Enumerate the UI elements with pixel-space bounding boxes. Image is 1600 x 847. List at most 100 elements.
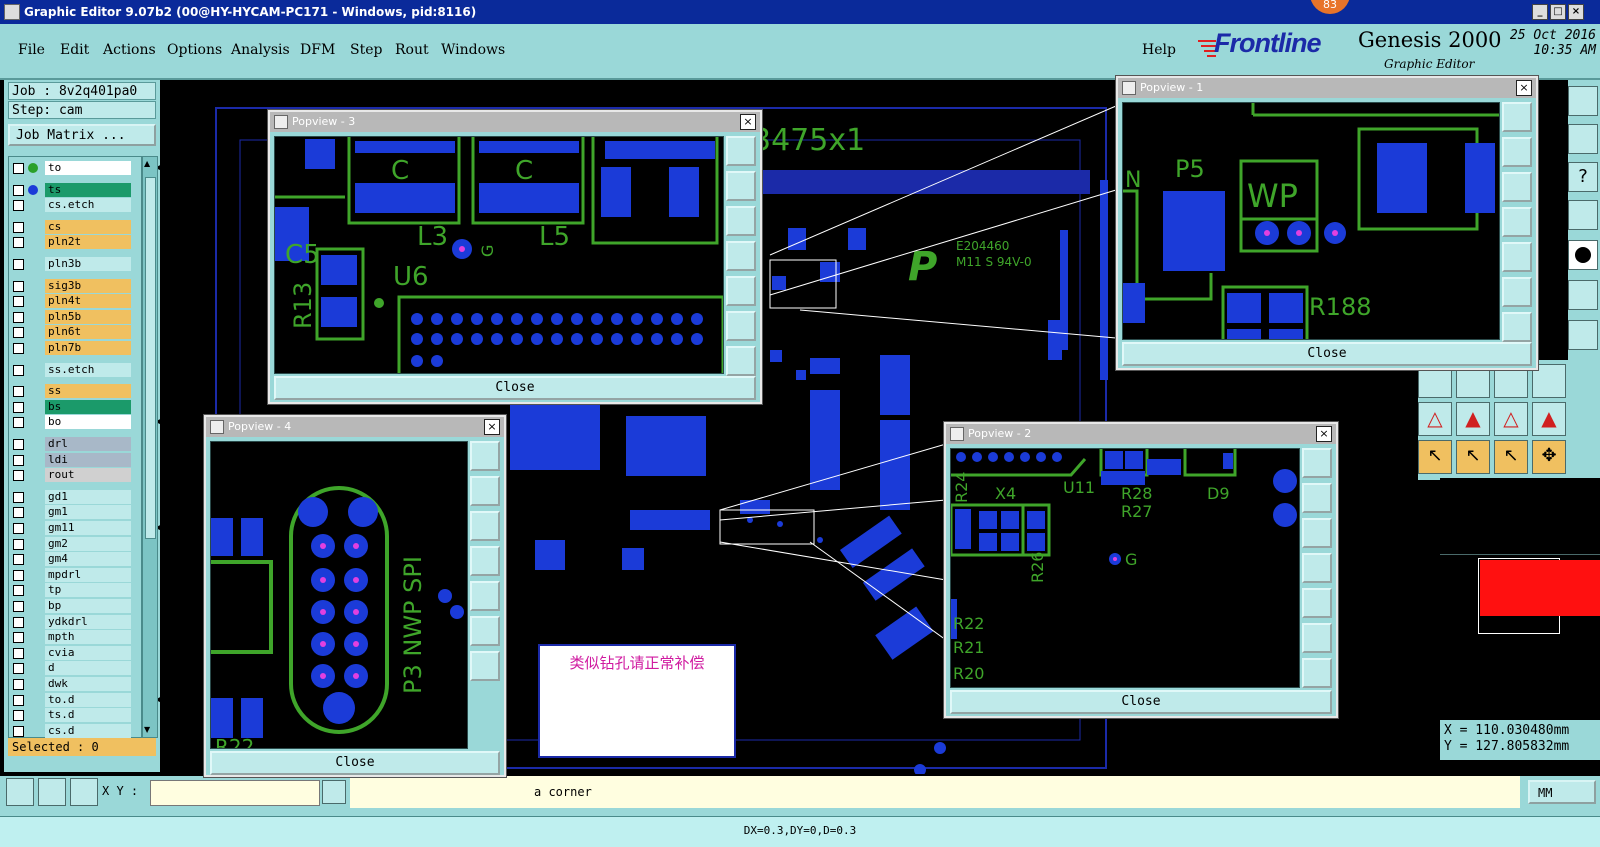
layer-checkbox[interactable] <box>13 569 24 581</box>
layer-row-pln5b[interactable]: pln5b <box>9 309 141 325</box>
layer-checkbox[interactable] <box>13 679 24 690</box>
popview-1-header[interactable]: Popview - 1 × <box>1118 78 1536 98</box>
layer-checkbox[interactable] <box>13 710 24 722</box>
pan-right-icon[interactable] <box>1502 242 1532 272</box>
triangle-icon[interactable]: △ <box>1418 402 1452 436</box>
layer-checkbox[interactable] <box>13 663 24 675</box>
layer-row-rout[interactable]: rout <box>9 468 141 483</box>
layer-row-pln3b[interactable]: pln3b <box>9 257 141 272</box>
layer-row-ss[interactable]: ss <box>9 384 141 399</box>
pan-up-icon[interactable] <box>1502 137 1532 167</box>
layer-row-ldi[interactable]: ldi <box>9 452 141 468</box>
layer-name[interactable]: ydkdrl <box>45 614 131 629</box>
layer-checkbox[interactable] <box>13 417 24 429</box>
popview-1-view[interactable]: N P5 WP R188 <box>1122 102 1500 340</box>
select-box-icon[interactable]: ↖ <box>1456 440 1490 474</box>
layer-name[interactable]: gm2 <box>45 536 131 551</box>
layer-checkbox[interactable] <box>13 259 24 270</box>
zoom-out-icon[interactable] <box>1502 277 1532 307</box>
popview-1-close-button[interactable]: Close <box>1122 342 1532 366</box>
menu-windows[interactable]: Windows <box>441 42 505 58</box>
menu-edit[interactable]: Edit <box>60 42 89 58</box>
layer-name[interactable]: cs <box>45 219 131 234</box>
layer-checkbox[interactable] <box>13 491 24 503</box>
popview-2-header[interactable]: Popview - 2 × <box>946 424 1336 444</box>
layer-row-gm2[interactable]: gm2 <box>9 536 141 552</box>
layer-color-dot-icon[interactable] <box>28 184 38 195</box>
layer-row-cs[interactable]: cs <box>9 219 141 235</box>
popview-4-header[interactable]: Popview - 4 × <box>206 417 504 437</box>
layer-name[interactable]: sig3b <box>45 278 131 293</box>
pan-left-icon[interactable] <box>726 241 756 271</box>
layer-checkbox[interactable] <box>13 221 24 233</box>
menu-file[interactable]: File <box>18 42 45 58</box>
layer-row-pln7b[interactable]: pln7b <box>9 341 141 356</box>
layer-color-dot-icon[interactable] <box>28 163 38 173</box>
layer-row-mpth[interactable]: mpth <box>9 630 141 645</box>
layer-name[interactable]: gm11◀ <box>45 521 160 535</box>
layer-checkbox[interactable] <box>13 364 24 376</box>
layer-row-pln6t[interactable]: pln6t <box>9 325 141 340</box>
layer-checkbox[interactable] <box>13 401 24 413</box>
layer-name[interactable]: mpdrl <box>45 567 131 582</box>
pan-up-icon[interactable] <box>1302 483 1332 513</box>
pan-right-icon[interactable] <box>1302 588 1332 618</box>
layer-checkbox[interactable] <box>13 601 24 612</box>
menu-step[interactable]: Step <box>350 42 382 58</box>
layer-row-cs-d[interactable]: cs.d <box>9 723 141 739</box>
zoom-in-icon[interactable] <box>726 136 756 166</box>
pan-down-icon[interactable] <box>470 511 500 541</box>
layer-name[interactable]: pln4t <box>45 294 131 309</box>
layer-name[interactable]: cs.etch <box>45 198 131 213</box>
layer-checkbox[interactable] <box>13 554 24 566</box>
layer-checkbox[interactable] <box>13 343 24 354</box>
close-window-button[interactable]: × <box>1568 4 1584 20</box>
layer-checkbox[interactable] <box>13 163 24 174</box>
layer-row-to-d[interactable]: to.d◀ <box>9 692 160 708</box>
popview-1[interactable]: Popview - 1 × N P5 WP R188 Close <box>1116 76 1538 370</box>
layer-row-ss-etch[interactable]: ss.etch <box>9 362 141 378</box>
scroll-down-icon[interactable]: ▼ <box>144 725 154 735</box>
layer-row-bp[interactable]: bp <box>9 599 141 614</box>
layer-name[interactable]: mpth <box>45 630 131 645</box>
layer-checkbox[interactable] <box>13 523 24 534</box>
layer-name[interactable]: to.d◀ <box>45 692 160 707</box>
layer-checkbox[interactable] <box>13 585 24 597</box>
layer-name[interactable]: d <box>45 661 131 676</box>
popview-3[interactable]: Popview - 3 × C C C5 L3 L5 U6 G R13 Clos… <box>268 110 762 404</box>
zoom-fit-icon[interactable] <box>1568 86 1598 116</box>
layer-name[interactable]: rout <box>45 468 131 483</box>
layer-name[interactable]: ss <box>45 384 131 399</box>
fit-view-icon[interactable] <box>1302 658 1332 688</box>
layer-row-bs[interactable]: bs <box>9 399 141 415</box>
pan-left-icon[interactable] <box>1302 553 1332 583</box>
popview-2-view[interactable]: X4 U11 R28 R27 D9 G R22 R21 R20 R24 R26 <box>950 448 1300 688</box>
layer-name[interactable]: bp <box>45 599 131 613</box>
layer-checkbox[interactable] <box>13 616 24 628</box>
pan-down-icon[interactable] <box>1302 518 1332 548</box>
popview-2-close-button[interactable]: Close <box>950 690 1332 714</box>
layer-checkbox[interactable] <box>13 694 24 706</box>
zoom-out-icon[interactable] <box>1302 623 1332 653</box>
fit-view-icon[interactable] <box>726 346 756 376</box>
fit-view-icon[interactable] <box>470 651 500 681</box>
menu-analysis[interactable]: Analysis <box>231 42 290 58</box>
help-icon[interactable]: ? <box>1568 162 1598 192</box>
layer-row-tp[interactable]: tp <box>9 583 141 598</box>
layer-name[interactable]: drl <box>45 437 131 451</box>
layer-checkbox[interactable] <box>13 470 24 482</box>
layer-name[interactable]: bs <box>45 399 131 414</box>
layer-checkbox[interactable] <box>13 296 24 308</box>
select-net-icon[interactable]: ✥ <box>1532 440 1566 474</box>
popview-4-close-button[interactable]: Close <box>210 751 500 775</box>
maximize-button[interactable]: □ <box>1550 4 1566 20</box>
angle-icon[interactable] <box>38 778 66 806</box>
menu-actions[interactable]: Actions <box>103 42 156 58</box>
select-move-icon[interactable]: ↖ <box>1494 440 1528 474</box>
menu-options[interactable]: Options <box>167 42 222 58</box>
fit-icon[interactable] <box>1568 320 1598 350</box>
layer-row-mpdrl[interactable]: mpdrl <box>9 567 141 583</box>
app-icon[interactable] <box>4 4 20 20</box>
line-tool-icon[interactable] <box>1568 280 1598 310</box>
popview-3-header[interactable]: Popview - 3 × <box>270 112 760 132</box>
